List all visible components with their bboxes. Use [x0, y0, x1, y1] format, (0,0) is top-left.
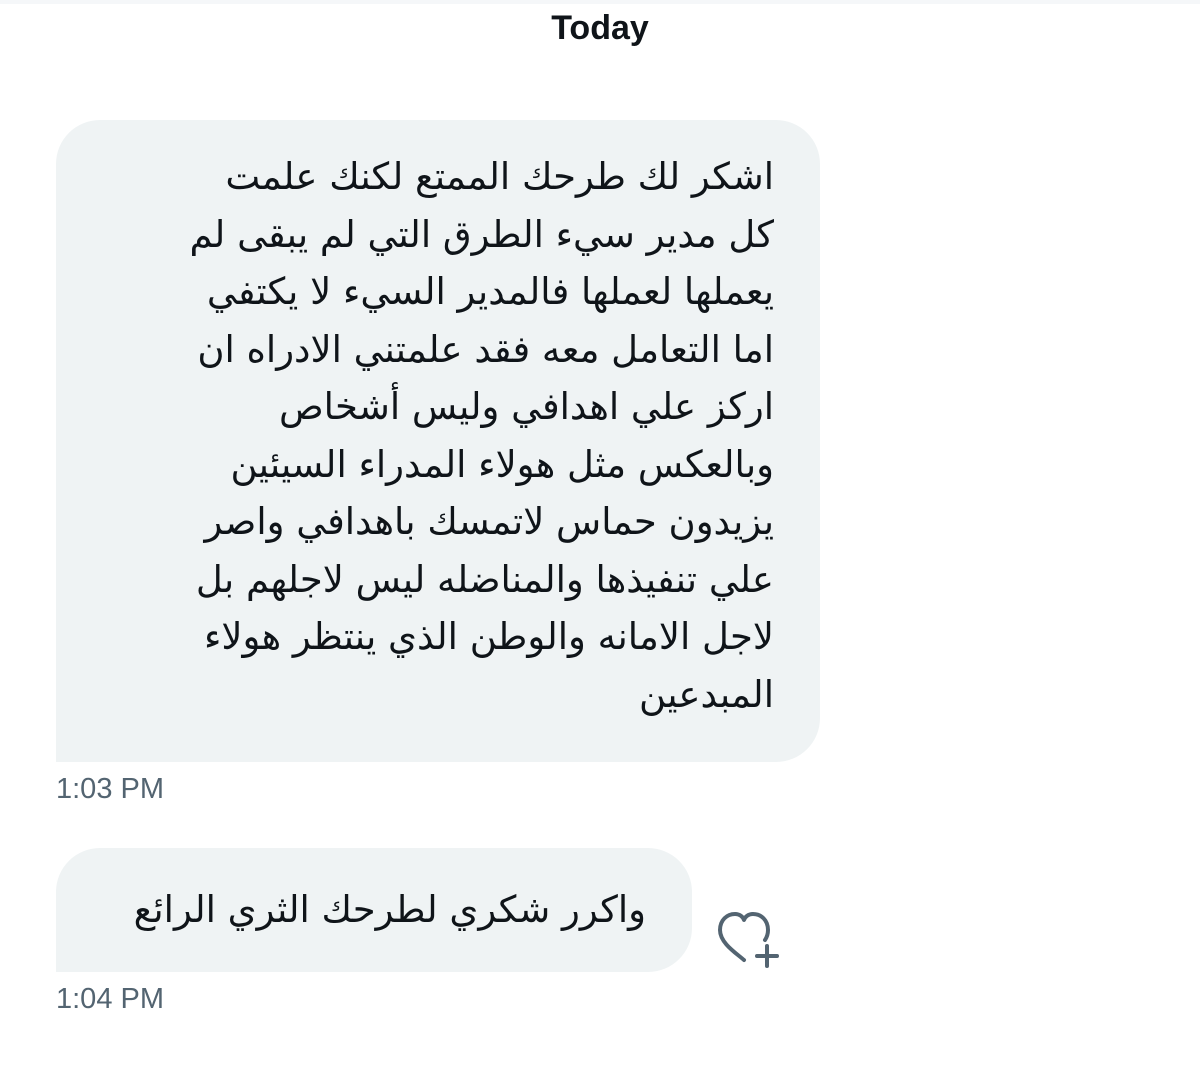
message-timestamp: 1:04 PM: [56, 983, 164, 1015]
heart-plus-icon[interactable]: [716, 908, 784, 972]
header-divider: [0, 0, 1200, 4]
message-line: يزيدون حماس لاتمسك باهدافي واصر: [204, 500, 775, 543]
message-line: اشكر لك طرحك الممتع لكنك علمت: [225, 155, 774, 198]
message-line: وبالعكس مثل هولاء المدراء السيئين: [230, 442, 774, 486]
message-line: يعملها لعملها فالمدير السيء لا يكتفي: [206, 270, 774, 313]
date-separator: Today: [551, 9, 649, 47]
message-line: اما التعامل معه فقد علمتني الادراه ان: [197, 327, 774, 371]
message-line: المبدعين: [639, 672, 774, 716]
message-line: علي تنفيذها والمناضله ليس لاجلهم بل: [195, 557, 774, 601]
message-line: اركز علي اهدافي وليس أشخاص: [278, 385, 774, 428]
message-timestamp: 1:03 PM: [56, 773, 164, 805]
message-line: لاجل الامانه والوطن الذي ينتظر هولاء: [203, 615, 774, 658]
message-line: كل مدير سيء الطرق التي لم يبقى لم: [189, 212, 774, 256]
message-bubble[interactable]: واكرر شكري لطرحك الثري الرائع: [56, 848, 692, 972]
message-bubble[interactable]: اشكر لك طرحك الممتع لكنك علمت كل مدير سي…: [56, 120, 820, 762]
message-text: واكرر شكري لطرحك الثري الرائع: [133, 888, 646, 931]
